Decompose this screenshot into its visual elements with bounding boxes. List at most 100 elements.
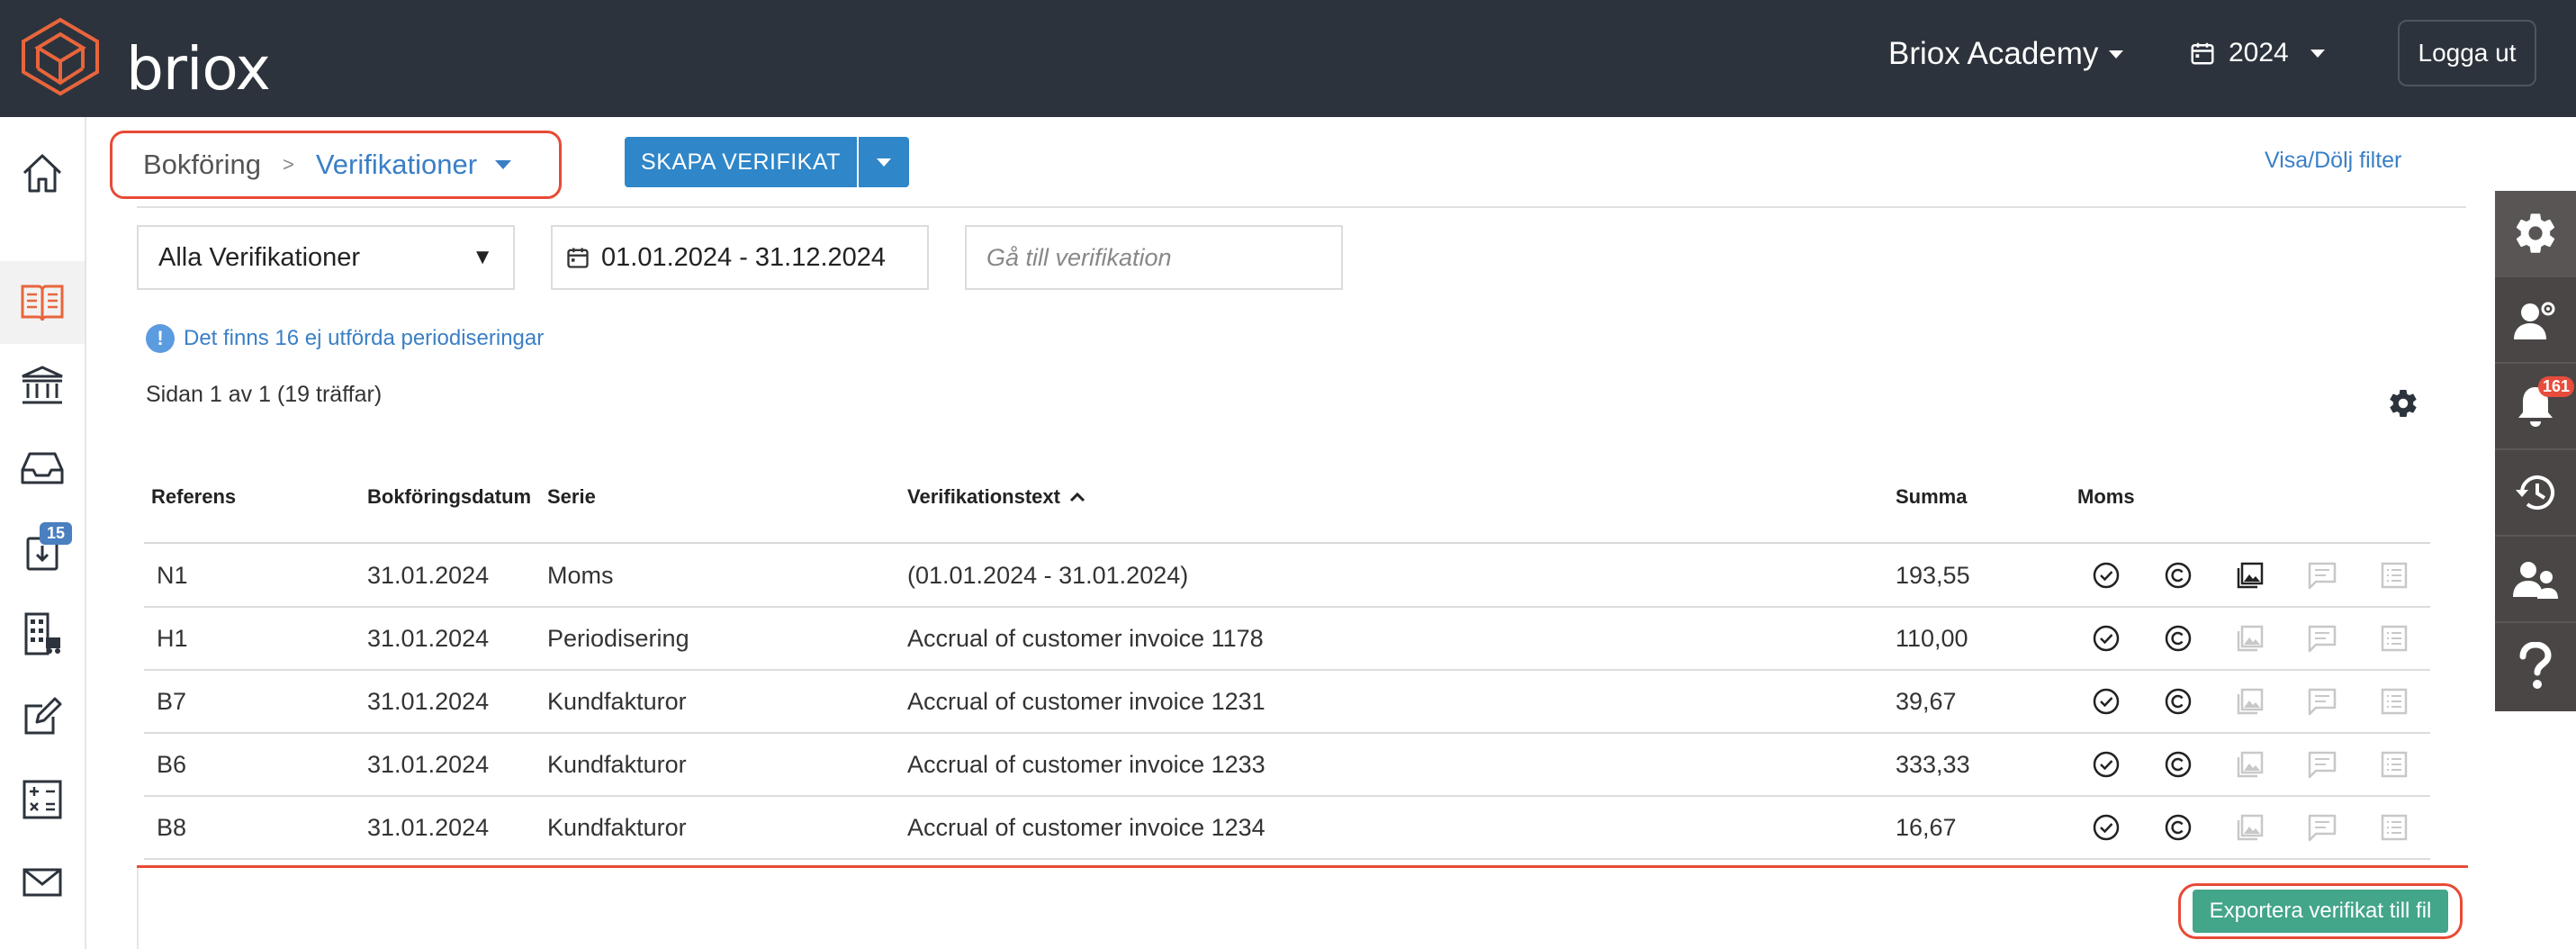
cell-sum: 16,67 [1896, 814, 1957, 841]
attachment-image-icon[interactable] [2232, 671, 2268, 732]
details-list-icon[interactable] [2376, 797, 2412, 858]
cell-sum: 39,67 [1896, 688, 1957, 715]
approved-check-icon [2088, 608, 2124, 669]
cell-date: 31.01.2024 [367, 814, 490, 841]
gear-icon [2390, 390, 2417, 418]
table-settings-button[interactable] [2387, 387, 2419, 424]
breadcrumb-current[interactable]: Verifikationer [315, 149, 512, 181]
notifications-button[interactable]: 161 [2495, 364, 2576, 450]
comment-icon[interactable] [2304, 608, 2340, 669]
date-range-picker[interactable]: 01.01.2024 - 31.12.2024 [551, 225, 929, 290]
sidebar-item-mail[interactable] [0, 841, 85, 924]
attachment-image-icon[interactable] [2232, 797, 2268, 858]
notification-badge: 161 [2538, 376, 2575, 397]
sidebar-item-home[interactable] [0, 131, 85, 214]
cell-series: Periodisering [547, 625, 689, 652]
help-button[interactable] [2495, 623, 2576, 709]
copy-voucher-icon[interactable] [2160, 671, 2196, 732]
calculator-icon [23, 780, 62, 819]
user-settings-button[interactable] [2495, 277, 2576, 364]
chevron-down-icon [877, 158, 891, 167]
downloads-badge: 15 [40, 522, 73, 545]
accrual-info-message[interactable]: ! Det finns 16 ej utförda periodiseringa… [146, 324, 544, 353]
table-row[interactable]: B6 31.01.2024 Kundfakturor Accrual of custo… [144, 734, 2430, 797]
sidebar-item-calculator[interactable] [0, 758, 85, 841]
approved-check-icon [2088, 797, 2124, 858]
attachment-image-icon[interactable] [2232, 545, 2268, 606]
settings-button[interactable] [2495, 191, 2576, 277]
table-row[interactable]: B7 31.01.2024 Kundfakturor Accrual of custo… [144, 671, 2430, 734]
sidebar-item-downloads[interactable]: 15 [0, 510, 85, 592]
briox-logo[interactable]: briox [20, 16, 271, 104]
comment-icon[interactable] [2304, 545, 2340, 606]
chevron-down-icon [2310, 49, 2325, 58]
year-value: 2024 [2229, 38, 2289, 68]
breadcrumb: Bokföring > Verifikationer [110, 131, 562, 199]
cell-sum: 333,33 [1896, 751, 1970, 778]
history-button[interactable] [2495, 450, 2576, 537]
cell-text: Accrual of customer invoice 1231 [907, 688, 1265, 715]
export-vouchers-button[interactable]: Exportera verifikat till fil [2193, 890, 2448, 933]
column-header-text-wrap[interactable]: Verifikationstext [907, 483, 1085, 511]
calendar-icon [2191, 42, 2214, 65]
details-list-icon[interactable] [2376, 545, 2412, 606]
goto-voucher-input[interactable] [965, 225, 1343, 290]
calendar-icon [567, 248, 589, 268]
breadcrumb-current-label: Verifikationer [315, 149, 478, 180]
details-list-icon[interactable] [2376, 608, 2412, 669]
mail-icon [23, 868, 62, 897]
copy-voucher-icon[interactable] [2160, 797, 2196, 858]
right-tool-panel: 161 [2495, 191, 2576, 711]
edit-icon [24, 697, 62, 735]
cell-date: 31.01.2024 [367, 688, 490, 715]
company-selector[interactable]: Briox Academy [1888, 36, 2124, 72]
copy-voucher-icon[interactable] [2160, 734, 2196, 795]
cell-ref: H1 [157, 625, 188, 652]
attachment-image-icon[interactable] [2232, 608, 2268, 669]
column-header-vat[interactable]: Moms [2077, 483, 2135, 511]
history-icon [2516, 475, 2554, 510]
cell-ref: N1 [157, 562, 188, 589]
table-row[interactable]: N1 31.01.2024 Moms (01.01.2024 - 31.01.2024… [144, 545, 2430, 608]
comment-icon[interactable] [2304, 797, 2340, 858]
table-row[interactable]: H1 31.01.2024 Periodisering Accrual of cust… [144, 608, 2430, 671]
details-list-icon[interactable] [2376, 671, 2412, 732]
column-header-sum[interactable]: Summa [1896, 483, 1967, 511]
logout-button[interactable]: Logga ut [2398, 20, 2536, 86]
column-header-series[interactable]: Serie [547, 483, 596, 511]
cell-text: Accrual of customer invoice 1178 [907, 625, 1264, 652]
comment-icon[interactable] [2304, 734, 2340, 795]
create-voucher-button[interactable]: SKAPA VERIFIKAT [625, 137, 857, 187]
cell-series: Moms [547, 562, 614, 589]
details-list-icon[interactable] [2376, 734, 2412, 795]
column-header-date[interactable]: Bokföringsdatum [367, 483, 531, 511]
top-bar: briox Briox Academy 2024 Logga ut [0, 0, 2576, 117]
table-row[interactable]: B8 31.01.2024 Kundfakturor Accrual of custo… [144, 797, 2430, 860]
gear-icon [2516, 213, 2555, 253]
info-icon: ! [146, 324, 175, 353]
approved-check-icon [2088, 671, 2124, 732]
sidebar-item-company[interactable] [0, 592, 85, 675]
column-header-ref[interactable]: Referens [151, 483, 236, 511]
copy-voucher-icon[interactable] [2160, 608, 2196, 669]
create-voucher-dropdown[interactable] [859, 137, 909, 187]
cell-text: Accrual of customer invoice 1234 [907, 814, 1265, 841]
sidebar-item-bank[interactable] [0, 344, 85, 427]
comment-icon[interactable] [2304, 671, 2340, 732]
cell-text: (01.01.2024 - 31.01.2024) [907, 562, 1189, 589]
attachment-image-icon[interactable] [2232, 734, 2268, 795]
sidebar-item-inbox[interactable] [0, 427, 85, 510]
users-button[interactable] [2495, 537, 2576, 623]
voucher-type-select[interactable]: Alla Verifikationer ▼ [137, 225, 515, 290]
sidebar-item-accounting[interactable] [0, 261, 85, 344]
breadcrumb-parent[interactable]: Bokföring [143, 149, 261, 181]
year-selector[interactable]: 2024 [2189, 38, 2325, 68]
copy-voucher-icon[interactable] [2160, 545, 2196, 606]
cell-sum: 193,55 [1896, 562, 1970, 589]
toggle-filter-link[interactable]: Visa/Dölj filter [2265, 148, 2401, 174]
accrual-info-text: Det finns 16 ej utförda periodiseringar [184, 326, 545, 350]
sort-up-icon [1069, 492, 1085, 502]
breadcrumb-separator: > [282, 153, 294, 176]
cell-date: 31.01.2024 [367, 751, 490, 778]
sidebar-item-edit[interactable] [0, 675, 85, 758]
